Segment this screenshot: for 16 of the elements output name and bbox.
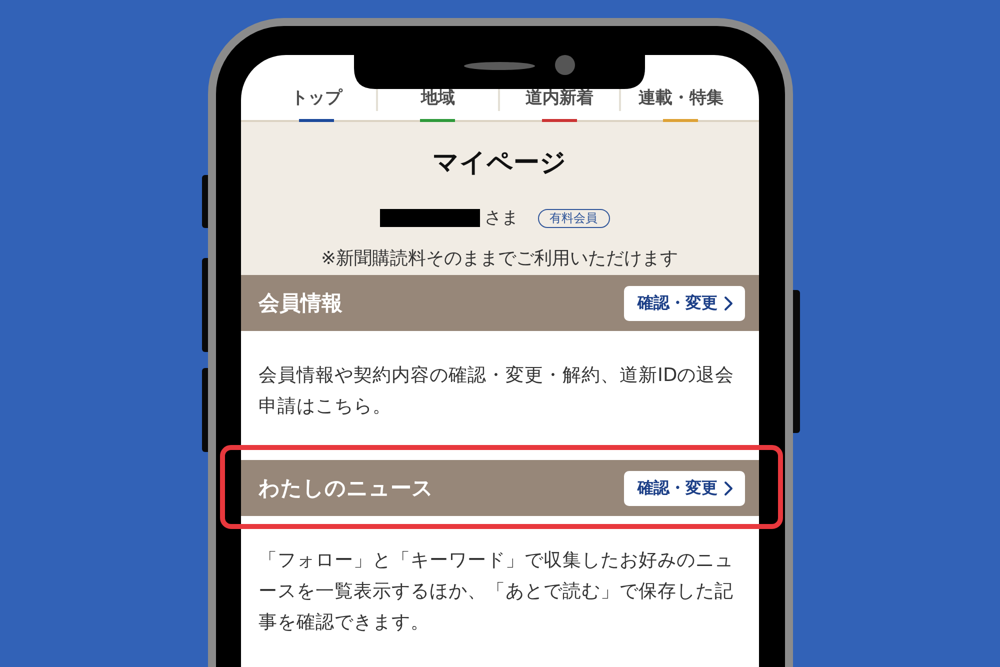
nav-tab[interactable]: 道内新着 [498,89,620,122]
section-description: 「フォロー」と「キーワード」で収集したお好みのニュースを一覧表示するほか、「あとで読む」で保存した記事を確認できます。 [258,549,734,635]
membership-badge: 有料会員 [538,208,610,228]
confirm-change-button[interactable]: 確認・変更 [624,470,744,506]
nav-tab[interactable]: トップ [256,89,377,122]
page-title: マイページ [432,147,566,180]
section-description: 会員情報や契約内容の確認・変更・解約、道新IDの退会申請はこちら。 [258,364,736,419]
section-title: わたしのニュース [258,475,434,502]
confirm-change-button[interactable]: 確認・変更 [624,286,744,320]
note-text: ※新聞購読料そのままでご利用いただけます [320,247,678,271]
nav-tab[interactable]: 連載・特集 [620,89,742,122]
section-title: 会員情報 [258,290,342,317]
chevron-right-icon [724,296,732,310]
chevron-right-icon [724,480,732,496]
nav-tab[interactable]: 地域 [377,89,498,122]
honorific-text: さま [484,208,518,228]
